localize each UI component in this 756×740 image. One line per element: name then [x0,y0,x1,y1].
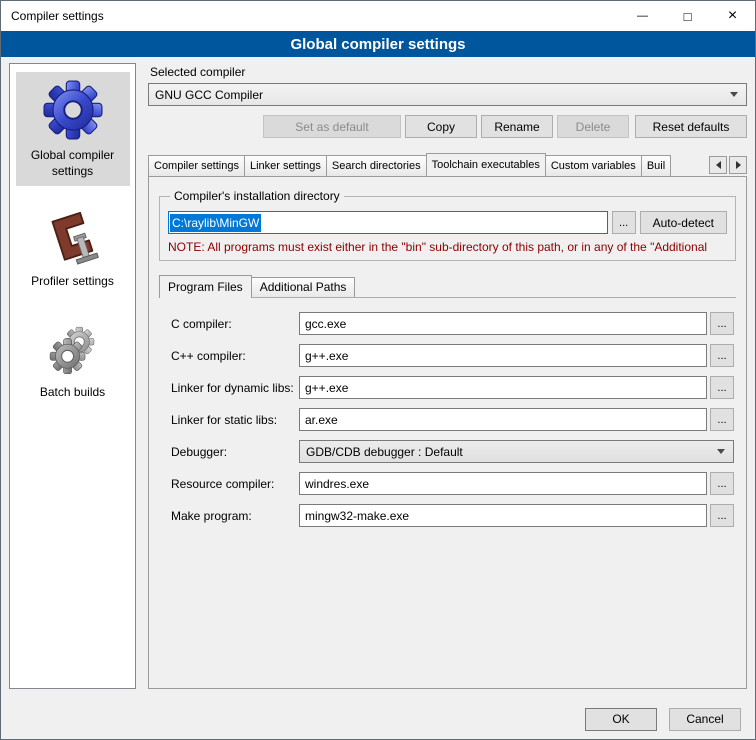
compiler-select-value: GNU GCC Compiler [155,88,724,102]
installation-directory-input[interactable]: C:\raylib\MinGW [168,211,608,234]
tab-scroll-left-button[interactable] [709,156,727,174]
resource-compiler-row: Resource compiler: ... [171,472,734,495]
installation-note: NOTE: All programs must exist either in … [168,240,727,254]
debugger-select[interactable]: GDB/CDB debugger : Default [299,440,734,463]
gears-stack-icon [44,320,102,378]
tab-search-directories[interactable]: Search directories [326,155,427,176]
ok-button[interactable]: OK [585,708,657,731]
resource-compiler-browse-button[interactable]: ... [710,472,734,495]
make-program-row: Make program: ... [171,504,734,527]
tab-linker-settings[interactable]: Linker settings [244,155,327,176]
static-linker-browse-button[interactable]: ... [710,408,734,431]
dialog-body: Global compiler settings Profiler settin… [1,57,755,699]
rename-button[interactable]: Rename [481,115,553,138]
make-program-label: Make program: [171,509,299,523]
delete-button[interactable]: Delete [557,115,629,138]
c-compiler-browse-button[interactable]: ... [710,312,734,335]
page-title: Global compiler settings [1,31,755,57]
debugger-label: Debugger: [171,445,299,459]
sidebar-item-batch-builds[interactable]: Batch builds [16,313,130,408]
cpp-compiler-row: C++ compiler: ... [171,344,734,367]
c-compiler-label: C compiler: [171,317,299,331]
clamp-icon [44,209,102,267]
dynamic-linker-label: Linker for dynamic libs: [171,381,299,395]
toolchain-executables-panel: Compiler's installation directory C:\ray… [148,176,747,689]
tab-scroll-right-button[interactable] [729,156,747,174]
compiler-settings-window: Compiler settings — □ × Global compiler … [0,0,756,740]
installation-directory-row: C:\raylib\MinGW ... Auto-detect [168,211,727,234]
selected-compiler-label: Selected compiler [150,65,747,79]
dynamic-linker-browse-button[interactable]: ... [710,376,734,399]
tab-additional-paths[interactable]: Additional Paths [251,277,356,297]
cpp-compiler-label: C++ compiler: [171,349,299,363]
static-linker-label: Linker for static libs: [171,413,299,427]
tab-custom-variables[interactable]: Custom variables [545,155,642,176]
sidebar-item-label: Profiler settings [31,274,114,290]
static-linker-row: Linker for static libs: ... [171,408,734,431]
make-program-input[interactable] [299,504,707,527]
auto-detect-button[interactable]: Auto-detect [640,211,727,234]
debugger-select-value: GDB/CDB debugger : Default [306,445,711,459]
copy-button[interactable]: Copy [405,115,477,138]
tab-build-options[interactable]: Buil [641,155,671,176]
titlebar[interactable]: Compiler settings — □ × [1,1,755,31]
sidebar-item-profiler-settings[interactable]: Profiler settings [16,202,130,297]
set-as-default-button[interactable]: Set as default [263,115,401,138]
category-sidebar: Global compiler settings Profiler settin… [9,63,136,689]
maximize-button[interactable]: □ [665,1,710,31]
static-linker-input[interactable] [299,408,707,431]
tab-program-files[interactable]: Program Files [159,275,252,298]
gear-icon [42,79,104,141]
dynamic-linker-input[interactable] [299,376,707,399]
cancel-button[interactable]: Cancel [669,708,741,731]
close-button[interactable]: × [710,1,755,31]
resource-compiler-label: Resource compiler: [171,477,299,491]
compiler-select[interactable]: GNU GCC Compiler [148,83,747,106]
installation-directory-label: Compiler's installation directory [170,189,344,203]
minimize-button[interactable]: — [620,1,665,31]
dynamic-linker-row: Linker for dynamic libs: ... [171,376,734,399]
installation-directory-group: Compiler's installation directory C:\ray… [159,189,736,261]
resource-compiler-input[interactable] [299,472,707,495]
chevron-down-icon [730,92,738,97]
make-program-browse-button[interactable]: ... [710,504,734,527]
main-panel: Selected compiler GNU GCC Compiler Set a… [148,63,747,689]
program-files-tabstrip: Program Files Additional Paths [159,275,736,298]
installation-directory-browse-button[interactable]: ... [612,211,636,234]
compiler-actions: Set as default Copy Rename Delete Reset … [148,115,747,138]
dialog-footer: OK Cancel [1,699,755,739]
tab-compiler-settings[interactable]: Compiler settings [148,155,245,176]
window-title: Compiler settings [1,9,104,23]
settings-tabstrip: Compiler settings Linker settings Search… [148,153,747,176]
sidebar-item-label: Global compiler settings [18,148,128,179]
c-compiler-row: C compiler: ... [171,312,734,335]
chevron-down-icon [717,449,725,454]
debugger-row: Debugger: GDB/CDB debugger : Default [171,440,734,463]
tabs-scroller: Compiler settings Linker settings Search… [148,153,747,176]
close-icon: × [728,7,737,25]
reset-defaults-button[interactable]: Reset defaults [635,115,747,138]
left-arrow-icon [716,161,721,169]
tab-toolchain-executables[interactable]: Toolchain executables [426,153,546,176]
window-controls: — □ × [620,1,755,31]
tab-scroll-buttons [704,156,747,174]
right-arrow-icon [736,161,741,169]
sidebar-item-global-compiler-settings[interactable]: Global compiler settings [16,72,130,186]
c-compiler-input[interactable] [299,312,707,335]
sidebar-item-label: Batch builds [40,385,105,401]
cpp-compiler-input[interactable] [299,344,707,367]
installation-directory-value: C:\raylib\MinGW [170,214,261,232]
cpp-compiler-browse-button[interactable]: ... [710,344,734,367]
maximize-icon: □ [684,9,692,24]
minimize-icon: — [637,10,648,22]
program-files-form: C compiler: ... C++ compiler: ... [159,298,736,536]
